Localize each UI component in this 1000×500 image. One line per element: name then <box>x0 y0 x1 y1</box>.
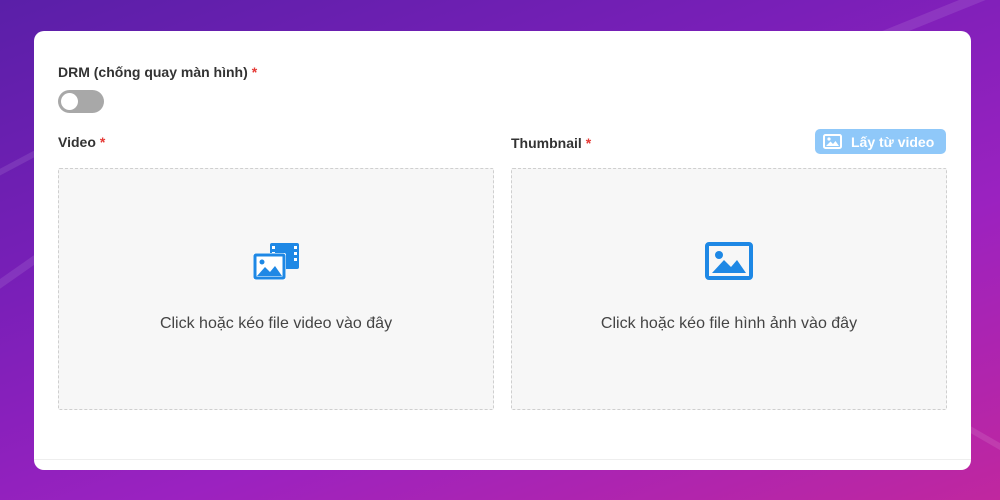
required-marker: * <box>251 64 258 80</box>
video-dropzone[interactable]: Click hoặc kéo file video vào đây <box>58 168 494 410</box>
required-marker: * <box>585 135 592 151</box>
image-icon <box>823 134 842 149</box>
extract-from-video-button[interactable]: Lấy từ video <box>815 129 946 154</box>
thumbnail-label-text: Thumbnail <box>511 135 582 151</box>
drm-label-text: DRM (chống quay màn hình) <box>58 64 248 80</box>
card-divider <box>34 459 971 460</box>
toggle-knob <box>61 93 78 110</box>
thumbnail-dropzone-text: Click hoặc kéo file hình ảnh vào đây <box>600 315 858 332</box>
extract-button-label: Lấy từ video <box>851 133 935 150</box>
drm-toggle[interactable] <box>58 90 104 113</box>
video-gallery-icon <box>251 241 301 288</box>
required-marker: * <box>99 134 106 150</box>
video-dropzone-text: Click hoặc kéo file video vào đây <box>159 315 393 332</box>
video-label-text: Video <box>58 134 96 150</box>
thumbnail-dropzone[interactable]: Click hoặc kéo file hình ảnh vào đây <box>511 168 947 410</box>
upload-form-card: DRM (chống quay màn hình) * Video * Thumbn… <box>34 31 971 470</box>
video-label: Video * <box>58 134 105 150</box>
drm-label: DRM (chống quay màn hình) * <box>58 64 257 80</box>
image-icon <box>704 241 754 286</box>
thumbnail-label: Thumbnail * <box>511 135 591 151</box>
